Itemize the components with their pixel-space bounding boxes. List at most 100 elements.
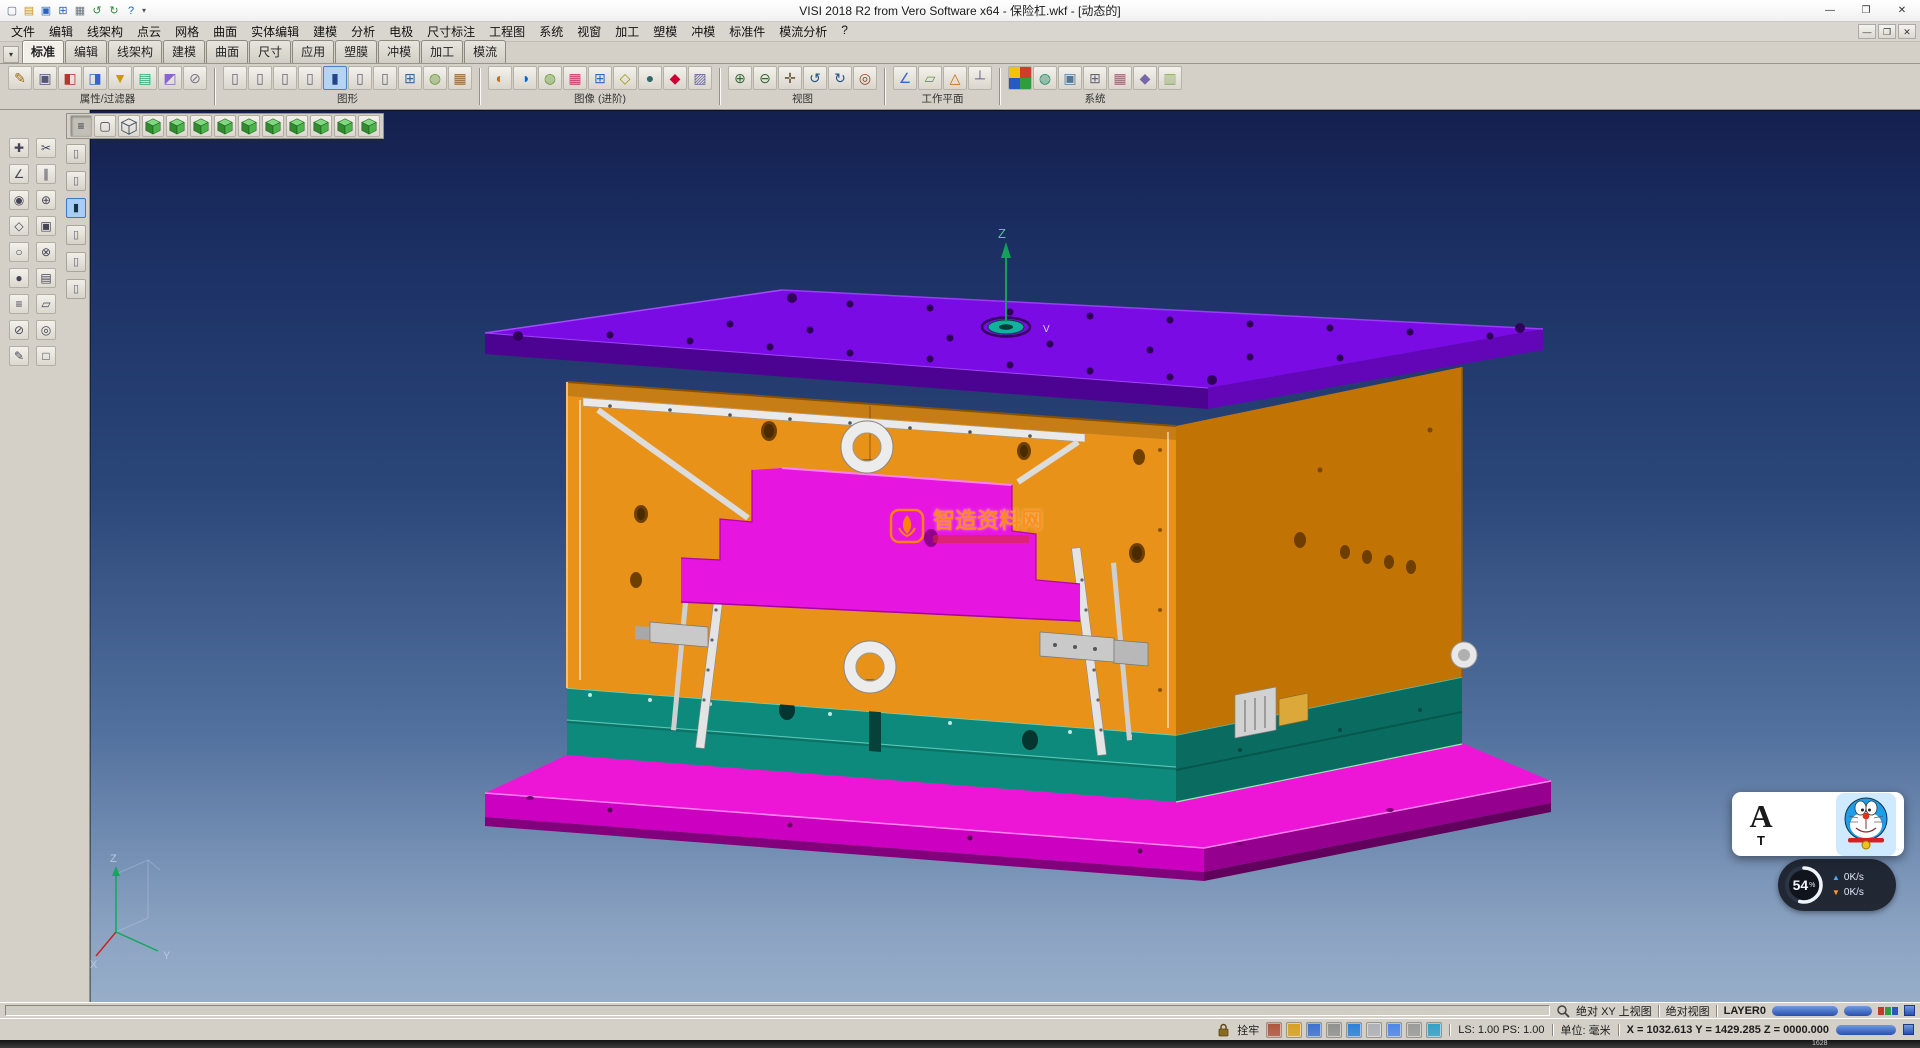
save-icon[interactable]: ▣ — [38, 3, 54, 19]
color-palette-icon[interactable] — [1008, 66, 1032, 90]
menu-模流分析[interactable]: 模流分析 — [772, 21, 834, 42]
move-icon[interactable]: ⊕ — [36, 190, 56, 210]
named-views-icon[interactable]: ◎ — [853, 66, 877, 90]
toggle-points[interactable]: ▯ — [66, 225, 86, 245]
tab-应用[interactable]: 应用 — [292, 40, 334, 63]
maximize-button[interactable]: ❐ — [1848, 0, 1884, 21]
snap-center-icon[interactable]: ◉ — [9, 190, 29, 210]
menu-塑模[interactable]: 塑模 — [646, 21, 684, 42]
analysis-display-icon[interactable]: ▯ — [373, 66, 397, 90]
menu-分析[interactable]: 分析 — [344, 21, 382, 42]
no-snap-icon[interactable]: ⊘ — [9, 320, 29, 340]
snap-quadrant-icon[interactable]: ● — [9, 268, 29, 288]
snap-point-icon[interactable]: ○ — [9, 242, 29, 262]
match-attributes-icon[interactable]: ▣ — [33, 66, 57, 90]
menu-编辑[interactable]: 编辑 — [42, 21, 80, 42]
workplane-3points-icon[interactable]: △ — [943, 66, 967, 90]
tab-塑膜[interactable]: 塑膜 — [335, 40, 377, 63]
view-orientation-status[interactable]: 绝对 XY 上视图 — [1576, 1003, 1652, 1019]
plane-icon[interactable]: ▱ — [36, 294, 56, 314]
help-icon[interactable]: ? — [123, 3, 139, 19]
parallel-icon[interactable]: ∥ — [36, 164, 56, 184]
measure-angle-icon[interactable]: ∠ — [9, 164, 29, 184]
color-filter-icon[interactable]: ◩ — [158, 66, 182, 90]
background-display-icon[interactable]: ▦ — [448, 66, 472, 90]
ime-toolbar[interactable]: A T — [1732, 792, 1904, 856]
shadow-icon[interactable]: ◑ — [513, 66, 537, 90]
ime-tool-mark[interactable]: T — [1757, 833, 1765, 848]
view-bottom-icon[interactable] — [286, 115, 308, 137]
hidden-line-display-icon[interactable]: ▯ — [248, 66, 272, 90]
render-quality-icon[interactable]: ◐ — [488, 66, 512, 90]
osnap-status-icon[interactable] — [1346, 1022, 1362, 1038]
zoom-extents-icon[interactable]: ⊕ — [728, 66, 752, 90]
database-icon[interactable]: ▥ — [1158, 66, 1182, 90]
workplane-normal-icon[interactable]: ┴ — [968, 66, 992, 90]
layers-icon[interactable]: ▤ — [36, 268, 56, 288]
tab-加工[interactable]: 加工 — [421, 40, 463, 63]
3d-viewport-canvas[interactable]: Z V Z X Y — [90, 110, 1920, 1002]
3d-viewport[interactable]: Z V Z X Y — [90, 110, 1920, 1002]
light-icon[interactable]: ◇ — [613, 66, 637, 90]
snapshot-icon[interactable]: ▣ — [1058, 66, 1082, 90]
menu-系统[interactable]: 系统 — [532, 21, 570, 42]
view-front-icon[interactable] — [190, 115, 212, 137]
refresh-status-icon[interactable] — [1426, 1022, 1442, 1038]
pan-view-icon[interactable]: ✛ — [778, 66, 802, 90]
redo-icon[interactable]: ↻ — [106, 3, 122, 19]
tab-建模[interactable]: 建模 — [163, 40, 205, 63]
tab-冲模[interactable]: 冲模 — [378, 40, 420, 63]
view-axonometric-icon[interactable] — [310, 115, 332, 137]
menu-建模[interactable]: 建模 — [306, 21, 344, 42]
toggle-wireframe[interactable]: ▮ — [66, 198, 86, 218]
menu-点云[interactable]: 点云 — [130, 21, 168, 42]
toggle-solids[interactable]: ▯ — [66, 144, 86, 164]
print-icon[interactable]: ▦ — [72, 3, 88, 19]
menu-曲面[interactable]: 曲面 — [206, 21, 244, 42]
tab-dropdown-icon[interactable]: ▾ — [3, 46, 19, 63]
menu-加工[interactable]: 加工 — [608, 21, 646, 42]
scene-tree-icon[interactable]: ≡ — [70, 115, 92, 137]
menu-冲模[interactable]: 冲模 — [684, 21, 722, 42]
previous-view-icon[interactable]: ↻ — [828, 66, 852, 90]
environment-icon[interactable]: ▨ — [688, 66, 712, 90]
mdi-close-button[interactable]: ✕ — [1898, 24, 1916, 39]
selection-filter-icon[interactable]: ▼ — [108, 66, 132, 90]
section-display-icon[interactable]: ⊞ — [398, 66, 422, 90]
toggle-dimensions[interactable]: ▯ — [66, 252, 86, 272]
ortho-status-icon[interactable] — [1306, 1022, 1322, 1038]
trim-icon[interactable]: ✂ — [36, 138, 56, 158]
snap-tangent-icon[interactable]: ◎ — [36, 320, 56, 340]
view-back-icon[interactable] — [262, 115, 284, 137]
settings-icon[interactable]: ◆ — [1133, 66, 1157, 90]
tab-模流[interactable]: 模流 — [464, 40, 506, 63]
macro-icon[interactable]: ▦ — [1108, 66, 1132, 90]
square-icon[interactable]: □ — [36, 346, 56, 366]
workplane-xy-icon[interactable]: ∠ — [893, 66, 917, 90]
tab-标准[interactable]: 标准 — [22, 40, 64, 63]
toggle-surfaces[interactable]: ▯ — [66, 171, 86, 191]
rotate-view-icon[interactable]: ↺ — [803, 66, 827, 90]
tab-尺寸[interactable]: 尺寸 — [249, 40, 291, 63]
dyn-status-icon[interactable] — [1386, 1022, 1402, 1038]
menu-线架构[interactable]: 线架构 — [80, 21, 130, 42]
texture-display-icon[interactable]: ◍ — [423, 66, 447, 90]
close-button[interactable]: ✕ — [1884, 0, 1920, 21]
sketch-icon[interactable]: ✎ — [9, 346, 29, 366]
menu-?[interactable]: ? — [834, 21, 855, 42]
globe-icon[interactable]: ◍ — [1033, 66, 1057, 90]
shaded-edges-display-icon[interactable]: ▮ — [323, 66, 347, 90]
dashed-hidden-display-icon[interactable]: ▯ — [273, 66, 297, 90]
clear-filter-icon[interactable]: ⊘ — [183, 66, 207, 90]
element-filter-icon[interactable]: ◧ — [58, 66, 82, 90]
transparent-display-icon[interactable]: ▯ — [348, 66, 372, 90]
face-filter-icon[interactable]: ◨ — [83, 66, 107, 90]
tab-编辑[interactable]: 编辑 — [65, 40, 107, 63]
new-file-icon[interactable]: ▢ — [4, 3, 20, 19]
workplane-align-icon[interactable]: ▱ — [918, 66, 942, 90]
tab-曲面[interactable]: 曲面 — [206, 40, 248, 63]
menu-标准件[interactable]: 标准件 — [722, 21, 772, 42]
view-left-icon[interactable] — [238, 115, 260, 137]
menu-尺寸标注[interactable]: 尺寸标注 — [420, 21, 482, 42]
mdi-minimize-button[interactable]: — — [1858, 24, 1876, 39]
